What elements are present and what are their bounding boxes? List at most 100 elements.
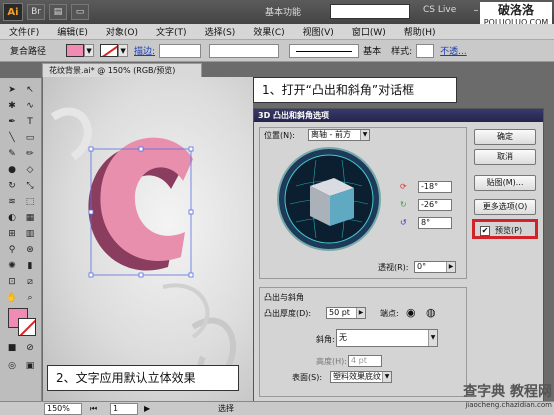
surface-value: 塑料效果底纹 [333,372,381,381]
zoom-field[interactable]: 150% [44,403,82,415]
perspective-grid-tool-icon[interactable]: ▦ [22,212,38,225]
selection-handle[interactable] [138,272,144,278]
help-search-input[interactable] [330,4,410,19]
extrude-depth-field[interactable]: 50 pt ▶ [326,307,366,319]
rotate-z-field[interactable]: 8° [418,217,452,229]
rotate-x-field[interactable]: -18° [418,181,452,193]
selection-handle[interactable] [138,146,144,152]
fill-dropdown-icon[interactable]: ▼ [84,44,95,57]
magic-wand-tool-icon[interactable]: ✱ [4,100,20,113]
pencil-tool-icon[interactable]: ✏ [22,148,38,161]
selection-handle[interactable] [88,146,94,152]
position-select[interactable]: 离轴 - 前方 ▼ [308,129,370,141]
type-tool-icon[interactable]: T [22,116,38,129]
cs-live-button[interactable]: CS Live [423,5,456,15]
rectangle-tool-icon[interactable]: ▭ [22,132,38,145]
stroke-dropdown-icon[interactable]: ▼ [118,44,129,57]
artboard-tool-icon[interactable]: ⊡ [4,276,20,289]
stroke-panel-link[interactable]: 描边: [134,44,155,57]
selection-handle[interactable] [88,272,94,278]
tools-panel: ➤ ↖ ✱ ∿ ✒ T ╲ ▭ ✎ ✏ ● ◇ ↻ ⤡ ≋ ⬚ ◐ ▦ ⊞ ▥ … [0,78,42,402]
page-field[interactable]: 1 [110,403,138,415]
menu-select[interactable]: 选择(S) [196,25,245,38]
mesh-tool-icon[interactable]: ⊞ [4,228,20,241]
cap-on-icon[interactable]: ◉ [406,306,416,319]
brush-definition-field[interactable] [289,43,360,58]
more-options-button[interactable]: 更多选项(O) [474,199,536,215]
preview-checkbox[interactable]: ✔ [480,226,490,236]
surface-select[interactable]: 塑料效果底纹 ▼ [330,371,392,383]
blob-brush-tool-icon[interactable]: ● [4,164,20,177]
extrude-depth-label: 凸出厚度(D): [264,309,312,318]
track-cube-widget[interactable] [276,146,382,252]
variable-width-field[interactable] [209,43,280,58]
menu-edit[interactable]: 编辑(E) [48,25,97,38]
first-page-icon[interactable]: ⏮ [90,403,97,415]
perspective-field[interactable]: 0° ▶ [414,261,456,273]
screen-mode-toggle-icon[interactable]: ▣ [22,360,38,373]
blend-tool-icon[interactable]: ⊛ [22,244,38,257]
extrude-section-label: 凸出与斜角 [264,293,304,302]
warp-tool-icon[interactable]: ≋ [4,196,20,209]
fill-color-swatch[interactable] [66,44,85,57]
ok-button[interactable]: 确定 [474,129,536,145]
direct-selection-tool-icon[interactable]: ↖ [22,84,38,97]
bevel-select[interactable]: 无 ▼ [336,329,438,347]
map-button[interactable]: 贴图(M)... [474,175,536,191]
free-transform-tool-icon[interactable]: ⬚ [22,196,38,209]
menu-view[interactable]: 视图(V) [294,25,343,38]
stroke-weight-field[interactable] [159,43,202,58]
selection-handle[interactable] [188,272,194,278]
eyedropper-tool-icon[interactable]: ⚲ [4,244,20,257]
cancel-button[interactable]: 取消 [474,149,536,165]
menu-type[interactable]: 文字(T) [147,25,196,38]
menu-effect[interactable]: 效果(C) [244,25,293,38]
status-tool-label: 选择 [218,404,234,413]
paintbrush-tool-icon[interactable]: ✎ [4,148,20,161]
menu-file[interactable]: 文件(F) [0,25,48,38]
screen-mode-icon[interactable]: ▭ [71,4,89,20]
rotate-z-icon: ↺ [400,218,407,227]
color-mode-icon[interactable]: ■ [4,342,20,355]
stroke-color-icon[interactable] [18,318,36,336]
eraser-tool-icon[interactable]: ◇ [22,164,38,177]
selection-tool-icon[interactable]: ➤ [4,84,20,97]
next-page-icon[interactable]: ▶ [144,403,150,415]
line-tool-icon[interactable]: ╲ [4,132,20,145]
selection-handle[interactable] [88,209,94,215]
pen-tool-icon[interactable]: ✒ [4,116,20,129]
gradient-tool-icon[interactable]: ▥ [22,228,38,241]
selection-handle[interactable] [188,146,194,152]
menu-help[interactable]: 帮助(H) [395,25,445,38]
draw-mode-icon[interactable]: ◎ [4,360,20,373]
perspective-label: 透视(R): [378,263,409,272]
shape-builder-tool-icon[interactable]: ◐ [4,212,20,225]
column-graph-tool-icon[interactable]: ▮ [22,260,38,273]
height-field[interactable]: 4 pt [348,355,382,367]
menu-object[interactable]: 对象(O) [97,25,147,38]
style-swatch[interactable] [416,43,435,58]
selection-handle[interactable] [188,209,194,215]
artboard-canvas[interactable] [43,77,253,401]
arrange-docs-icon[interactable]: ▤ [49,4,67,20]
hand-tool-icon[interactable]: ✋ [4,292,20,305]
cap-off-icon[interactable]: ◍ [426,306,436,319]
bottom-watermark: 查字典 教程网 jiaocheng.chazidian.com [430,381,552,415]
rotate-tool-icon[interactable]: ↻ [4,180,20,193]
none-mode-icon[interactable]: ⊘ [22,342,38,355]
dialog-title: 3D 凸出和斜角选项 [254,109,543,122]
zoom-tool-icon[interactable]: ⌕ [22,292,38,305]
opacity-link[interactable]: 不透... [440,44,467,57]
menu-window[interactable]: 窗口(W) [343,25,395,38]
document-tab[interactable]: 花纹背景.ai* @ 150% (RGB/预览) [42,63,202,77]
rotate-y-field[interactable]: -26° [418,199,452,211]
height-label: 高度(H): [316,357,347,366]
stroke-color-swatch[interactable] [100,44,119,57]
scale-tool-icon[interactable]: ⤡ [22,180,38,193]
bridge-icon[interactable]: Br [27,4,45,20]
workspace-switcher[interactable]: 基本功能 [265,5,301,18]
style-label: 样式: [391,47,413,57]
lasso-tool-icon[interactable]: ∿ [22,100,38,113]
slice-tool-icon[interactable]: ⧄ [22,276,38,289]
symbol-sprayer-tool-icon[interactable]: ✺ [4,260,20,273]
